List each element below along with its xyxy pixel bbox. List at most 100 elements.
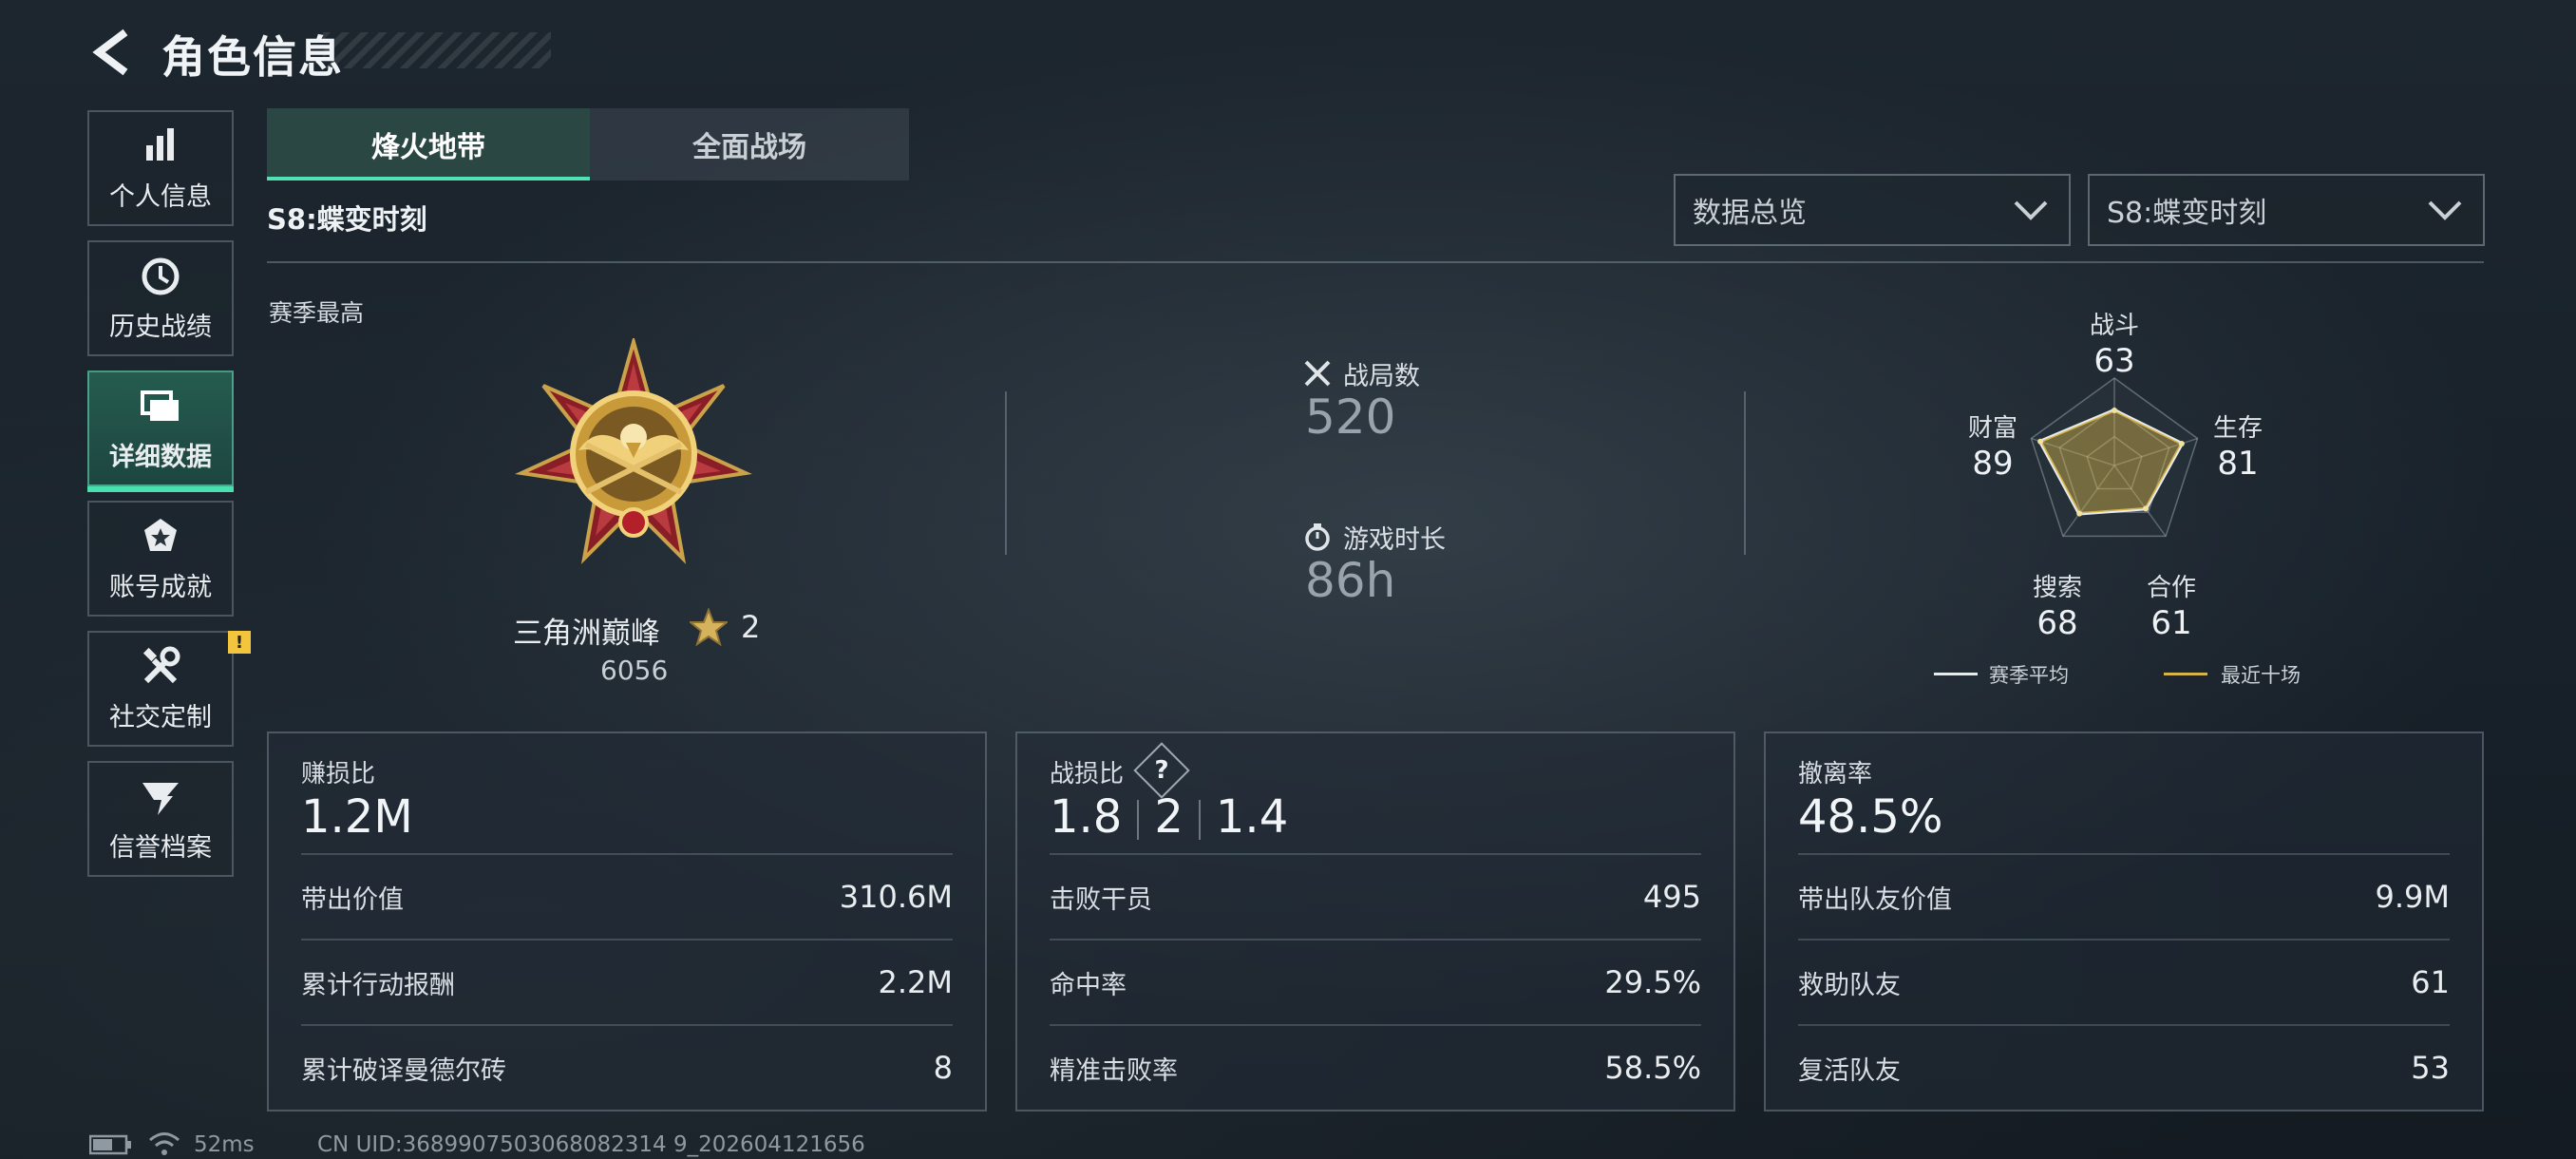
row-label: 精准击败率 <box>1050 1055 1178 1086</box>
card-title: 战损比 <box>1050 760 1125 788</box>
matches-value: 520 <box>1305 390 1396 445</box>
kd-value-1: 1.8 <box>1050 790 1123 844</box>
playtime-value: 86h <box>1305 553 1396 608</box>
crossed-swords-icon <box>1304 360 1331 387</box>
sidebar-item-detail-data[interactable]: 详细数据 <box>87 370 234 492</box>
row-value: 310.6M <box>839 879 953 915</box>
rank-stars: 2 <box>741 609 761 645</box>
detail-data-icon <box>141 390 179 421</box>
stat-row: 累计破译曼德尔砖 8 <box>301 1024 953 1110</box>
radar-value-survival: 81 <box>2217 445 2259 483</box>
rank-medal-icon <box>515 338 752 564</box>
kd-card: 战损比 1.8 2 1.4 击败干员 495 命中率 29.5% 精准击败率 58.… <box>1015 732 1735 1112</box>
matches-label: 战局数 <box>1343 362 1420 391</box>
season-best-label: 赛季最高 <box>269 299 365 327</box>
divider <box>1005 391 1007 555</box>
card-main-value: 1.2M <box>301 790 413 844</box>
row-value: 61 <box>2411 964 2450 1000</box>
row-value: 53 <box>2411 1050 2450 1086</box>
radar-value-wealth: 89 <box>1972 445 2014 483</box>
divider <box>267 261 2484 263</box>
title-decoration <box>323 32 551 68</box>
star-icon <box>690 608 728 646</box>
tab-warfare-zone[interactable]: 烽火地带 <box>267 108 590 180</box>
kd-value-3: 1.4 <box>1215 790 1289 844</box>
row-label: 累计行动报酬 <box>301 970 455 1000</box>
radar-point <box>2142 505 2149 512</box>
tools-icon <box>142 646 180 683</box>
back-arrow-icon[interactable] <box>87 27 139 78</box>
radar-point <box>2076 510 2083 517</box>
sidebar-item-achievement[interactable]: 账号成就 <box>87 501 234 617</box>
tab-all-out-war[interactable]: 全面战场 <box>590 108 909 180</box>
stat-row: 击败干员 495 <box>1050 853 1701 939</box>
divider <box>1744 391 1746 555</box>
row-label: 带出价值 <box>301 884 404 915</box>
sidebar-item-label: 信誉档案 <box>109 832 212 863</box>
dropdown-value: S8:蝶变时刻 <box>2107 197 2267 230</box>
extract-card: 撤离率 48.5% 带出队友价值 9.9M 救助队友 61 复活队友 53 <box>1764 732 2484 1112</box>
row-value: 8 <box>933 1050 953 1086</box>
radar-label-wealth: 财富 <box>1967 414 2017 443</box>
stat-row: 救助队友 61 <box>1798 939 2450 1024</box>
chevron-down-icon <box>2014 200 2048 220</box>
card-title: 赚损比 <box>301 760 376 788</box>
stopwatch-icon <box>1305 523 1330 551</box>
radar-label-combat: 战斗 <box>2089 312 2139 340</box>
bar-chart-icon <box>146 127 174 161</box>
sidebar-item-label: 历史战绩 <box>109 312 212 342</box>
dropdown-value: 数据总览 <box>1693 197 1807 230</box>
radar-point <box>2178 440 2185 446</box>
sidebar-item-personal-info[interactable]: 个人信息 <box>87 110 234 226</box>
card-title: 撤离率 <box>1798 760 1873 788</box>
radar-label-survival: 生存 <box>2212 414 2263 443</box>
ping-value: 52ms <box>194 1132 255 1157</box>
profit-card: 赚损比 1.2M 带出价值 310.6M 累计行动报酬 2.2M 累计破译曼德尔… <box>267 732 987 1112</box>
chevron-down-icon <box>2428 200 2462 220</box>
row-value: 9.9M <box>2375 879 2451 915</box>
stat-row: 复活队友 53 <box>1798 1024 2450 1110</box>
playtime-label: 游戏时长 <box>1343 525 1446 555</box>
rank-points: 6056 <box>600 655 669 686</box>
radar-label-search: 搜索 <box>2032 574 2082 602</box>
uid-text: CN UID:3689907503068082314 9_20260412165… <box>317 1132 865 1157</box>
stat-row: 带出队友价值 9.9M <box>1798 853 2450 939</box>
stat-row: 带出价值 310.6M <box>301 853 953 939</box>
stat-row: 累计行动报酬 2.2M <box>301 939 953 1024</box>
row-label: 命中率 <box>1050 970 1127 1000</box>
row-value: 58.5% <box>1604 1050 1701 1086</box>
season-dropdown[interactable]: S8:蝶变时刻 <box>2088 174 2485 246</box>
row-value: 495 <box>1642 879 1701 915</box>
sidebar-item-history[interactable]: 历史战绩 <box>87 240 234 356</box>
help-glyph: ? <box>1154 756 1169 785</box>
row-label: 带出队友价值 <box>1798 884 1952 915</box>
sidebar-item-credit[interactable]: 信誉档案 <box>87 761 234 877</box>
legend-avg-label: 赛季平均 <box>1989 664 2069 687</box>
achievement-icon <box>144 518 177 551</box>
rank-name: 三角洲巅峰 <box>513 617 660 651</box>
credit-icon <box>142 782 179 815</box>
sidebar-item-label: 社交定制 <box>109 702 212 732</box>
row-label: 救助队友 <box>1798 970 1901 1000</box>
separator <box>1198 800 1201 840</box>
stat-row: 精准击败率 58.5% <box>1050 1024 1701 1110</box>
stat-row: 命中率 29.5% <box>1050 939 1701 1024</box>
sidebar-item-label: 账号成就 <box>109 572 212 602</box>
history-icon <box>142 257 180 294</box>
page-title: 角色信息 <box>161 31 344 83</box>
card-main-value: 48.5% <box>1798 790 1943 844</box>
radar-value-cooperation: 61 <box>2150 604 2192 642</box>
radar-point <box>2037 438 2044 445</box>
overview-dropdown[interactable]: 数据总览 <box>1674 174 2071 246</box>
sidebar-item-label: 详细数据 <box>109 442 212 472</box>
sidebar-item-label: 个人信息 <box>109 181 212 212</box>
radar-value-search: 68 <box>2036 604 2078 642</box>
card-main-value: 1.8 2 1.4 <box>1050 790 1288 844</box>
legend-recent-swatch <box>2164 673 2207 675</box>
row-label: 累计破译曼德尔砖 <box>301 1055 506 1086</box>
season-name: S8:蝶变时刻 <box>267 203 427 236</box>
sidebar-item-social[interactable]: 社交定制 ! <box>87 631 251 747</box>
battery-icon <box>89 1134 131 1155</box>
legend-avg-swatch <box>1934 673 1978 675</box>
row-value: 29.5% <box>1604 964 1701 1000</box>
